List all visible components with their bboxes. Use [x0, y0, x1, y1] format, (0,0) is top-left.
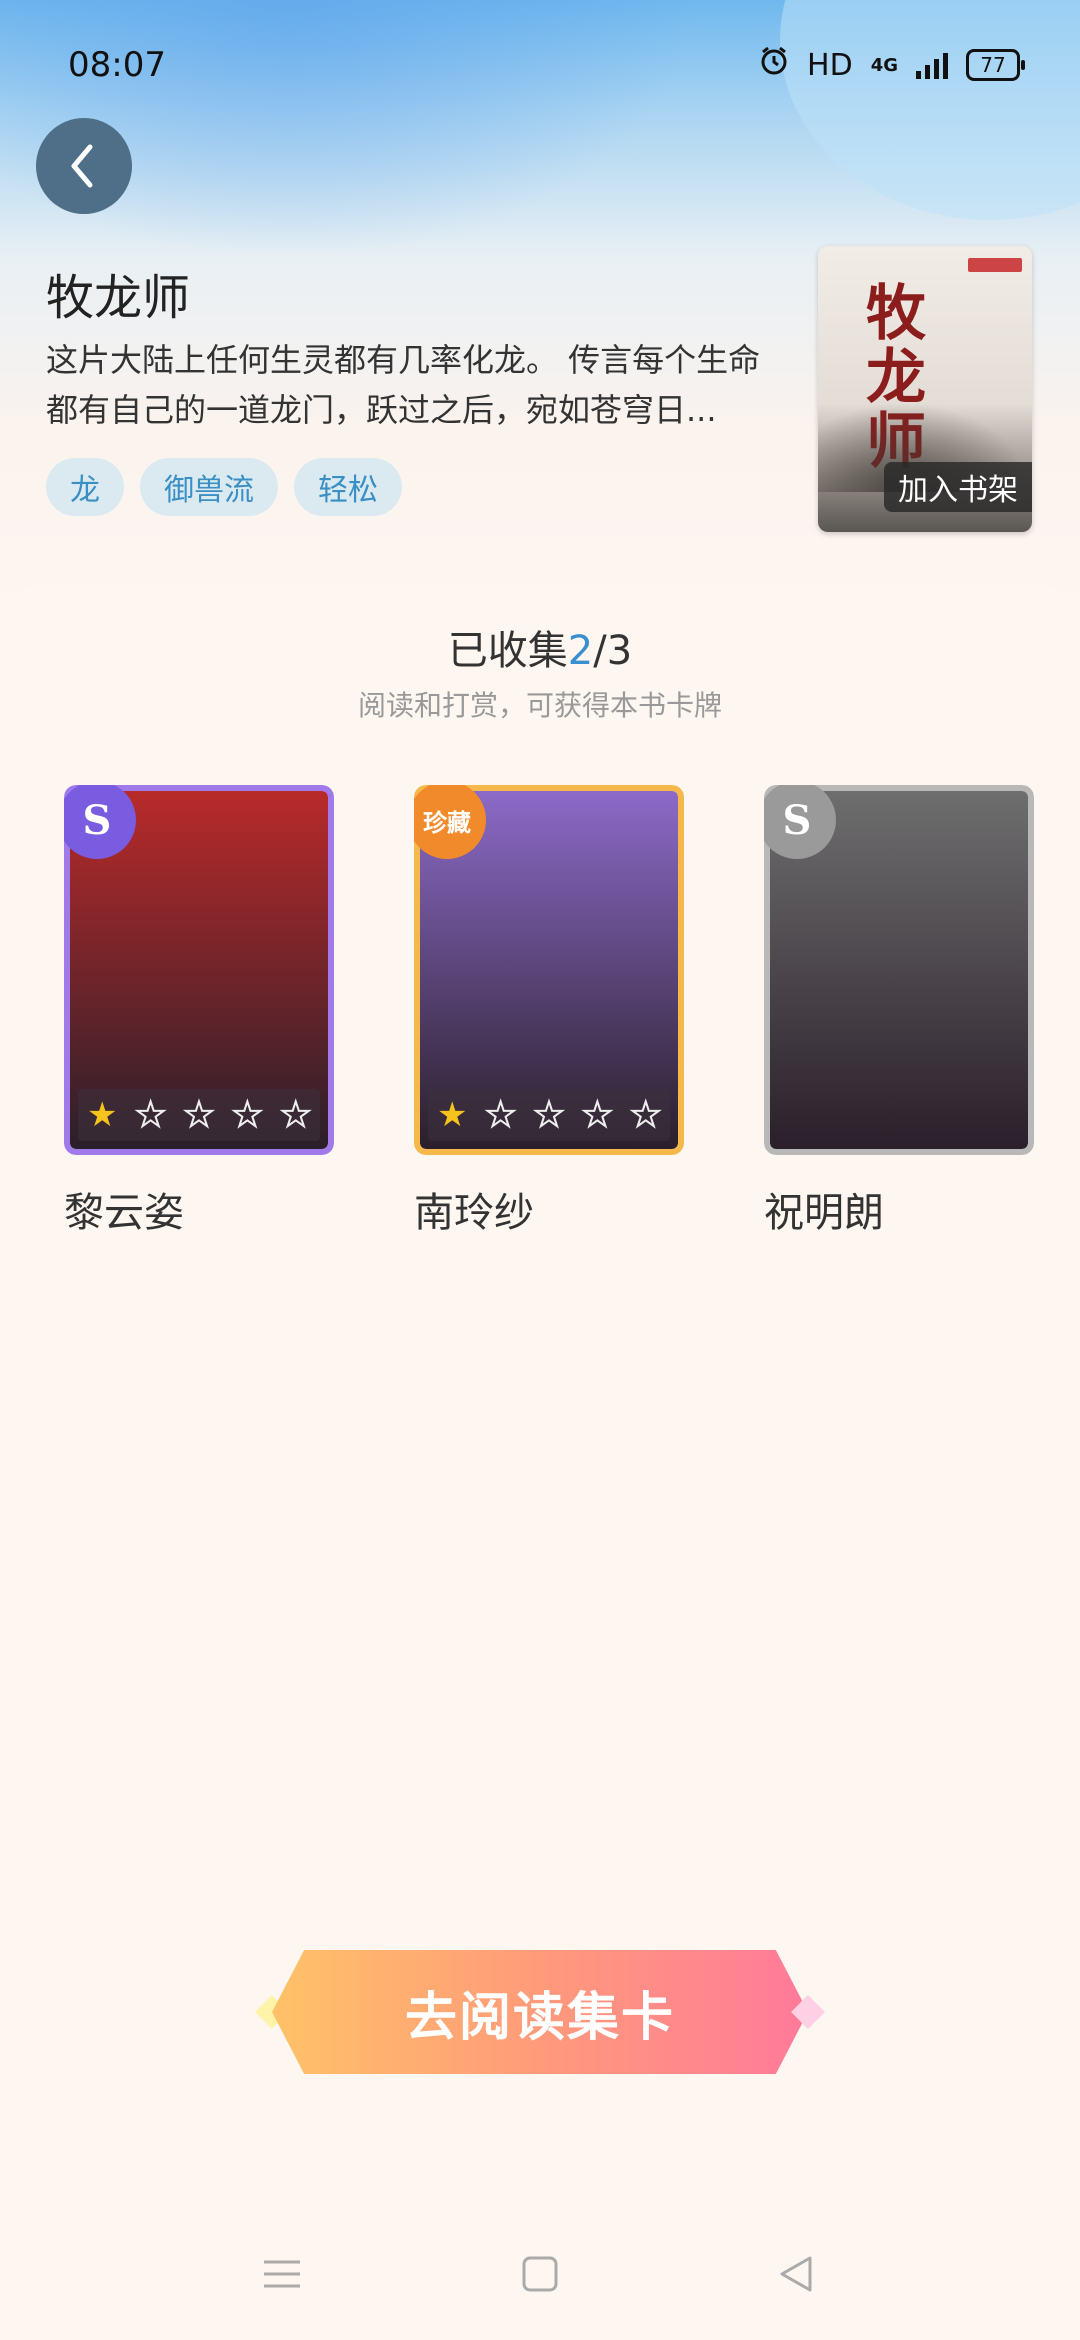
star-rating: ★ ★ ★ ★ ★: [428, 1089, 670, 1141]
star-empty-icon: ★: [134, 1095, 167, 1135]
read-collect-button[interactable]: 去阅读集卡: [255, 1950, 825, 2074]
character-card[interactable]: S: [764, 785, 1034, 1155]
status-time: 08:07: [68, 45, 166, 85]
collected-count: 2: [567, 628, 594, 674]
home-icon[interactable]: [520, 2254, 560, 2298]
battery-level: 77: [980, 53, 1006, 77]
star-empty-icon: ★: [629, 1095, 662, 1135]
collection-count: 已收集2/3: [0, 618, 1080, 676]
add-to-shelf-button[interactable]: 加入书架: [884, 462, 1032, 512]
star-empty-icon: ★: [484, 1095, 517, 1135]
star-empty-icon: ★: [183, 1095, 216, 1135]
star-empty-icon: ★: [581, 1095, 614, 1135]
collection-hint: 阅读和打赏，可获得本书卡牌: [357, 689, 722, 722]
hd-label: HD: [807, 47, 853, 83]
tag[interactable]: 轻松: [294, 458, 402, 516]
status-bar: 08:07 HD 4G 77: [68, 40, 1025, 90]
star-filled-icon: ★: [86, 1095, 118, 1135]
card-name: 祝明朗: [764, 1190, 884, 1236]
publisher-logo: [968, 258, 1022, 272]
card-name: 南玲纱: [414, 1190, 534, 1236]
collection-label: 已收集: [447, 628, 568, 674]
decor-blob: [780, 0, 1080, 220]
book-description: 这片大陆上任何生灵都有几率化龙。 传言每个生命都有自己的一道龙门，跃过之后，宛如…: [46, 341, 761, 429]
total-count: 3: [606, 628, 633, 674]
back-button[interactable]: [36, 118, 132, 214]
chevron-left-icon: [71, 144, 93, 188]
status-icons: HD 4G 77: [759, 46, 1025, 84]
star-empty-icon: ★: [533, 1095, 566, 1135]
character-card[interactable]: S ★ ★ ★ ★ ★: [64, 785, 334, 1155]
card-name: 黎云姿: [64, 1190, 184, 1236]
menu-icon[interactable]: [262, 2254, 302, 2298]
signal-icon: [916, 51, 948, 79]
count-separator: /: [593, 628, 607, 674]
star-filled-icon: ★: [436, 1095, 468, 1135]
tag-list: 龙 御兽流 轻松: [46, 458, 402, 516]
star-rating: ★ ★ ★ ★ ★: [78, 1089, 320, 1141]
book-cover[interactable]: 牧龙师 加入书架: [818, 246, 1032, 532]
star-empty-icon: ★: [279, 1095, 312, 1135]
button-label: 去阅读集卡: [404, 1987, 675, 2048]
star-empty-icon: ★: [231, 1095, 264, 1135]
alarm-icon: [759, 46, 789, 84]
system-nav-bar: [0, 2240, 1080, 2310]
battery-icon: 77: [966, 49, 1025, 81]
network-label: 4G: [870, 54, 898, 76]
character-card[interactable]: 珍藏 ★ ★ ★ ★ ★: [414, 785, 684, 1155]
back-nav-icon[interactable]: [776, 2254, 816, 2298]
book-title: 牧龙师: [46, 270, 191, 326]
tag[interactable]: 御兽流: [140, 458, 278, 516]
tag[interactable]: 龙: [46, 458, 124, 516]
